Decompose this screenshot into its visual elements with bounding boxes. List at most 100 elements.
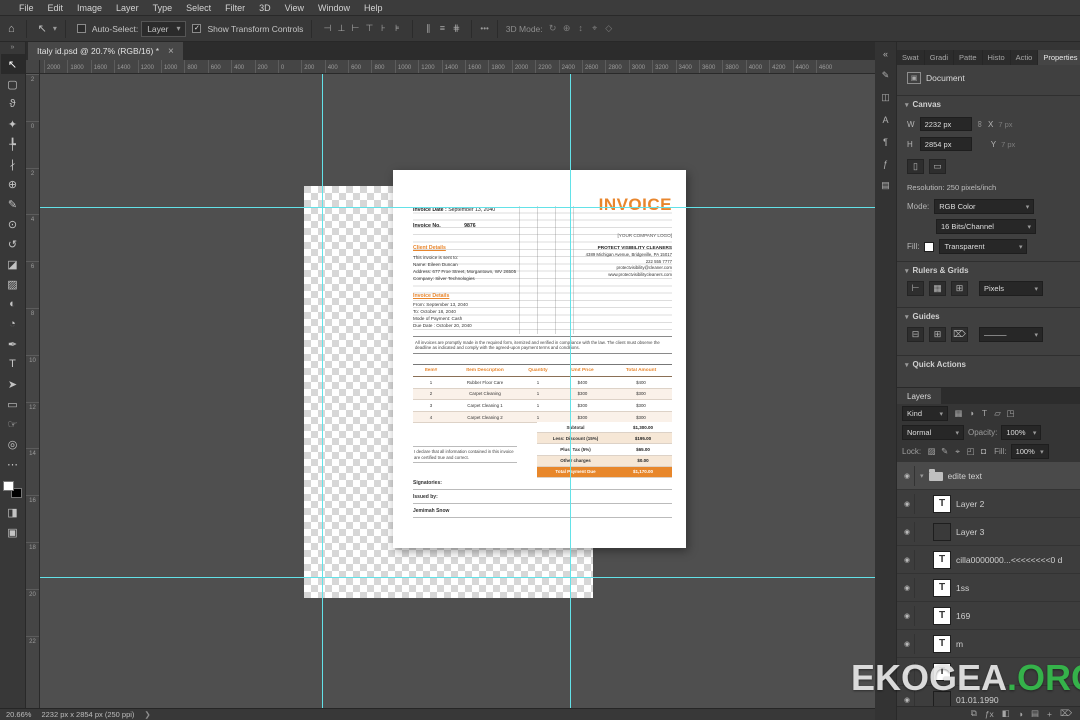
path-selection-tool[interactable]: ➤ (1, 374, 25, 394)
collapse-toolbar-icon[interactable]: » (11, 42, 15, 54)
layer-name[interactable]: Layer 2 (956, 499, 984, 509)
panel-tab[interactable]: Histo (983, 50, 1011, 65)
glyphs-panel-icon[interactable]: ƒ (878, 157, 894, 170)
close-icon[interactable]: × (168, 46, 174, 57)
clear-guides-icon[interactable]: ⌦ (951, 327, 968, 342)
landscape-orientation-button[interactable]: ▭ (929, 159, 946, 174)
filter-smart-objects-icon[interactable]: ◳ (1004, 408, 1017, 419)
panel-tab[interactable]: Swat (897, 50, 925, 65)
collapse-panels-icon[interactable]: « (878, 47, 894, 60)
color-mode-dropdown[interactable]: RGB Color ▾ (934, 199, 1035, 214)
auto-select-dropdown[interactable]: Layer ▾ (141, 20, 187, 37)
3d-roll-icon[interactable]: ⊕ (560, 23, 574, 34)
layer-name[interactable]: 1ss (956, 583, 969, 593)
menu-item[interactable]: Image (70, 0, 109, 15)
align-left-icon[interactable]: ⊣ (320, 23, 334, 34)
fill-swatch[interactable] (924, 241, 935, 252)
visibility-eye-icon[interactable]: ◉ (900, 605, 915, 626)
group-expand-chevron-icon[interactable]: ▾ (920, 472, 924, 480)
rectangle-tool[interactable]: ▭ (1, 394, 25, 414)
guide-horizontal[interactable] (40, 207, 875, 208)
guides-section-header[interactable]: ▾ Guides (897, 307, 1080, 321)
more-options-icon[interactable]: ••• (480, 24, 488, 33)
chevron-down-icon[interactable]: ▾ (53, 24, 57, 33)
blur-tool[interactable]: ◐ (1, 294, 25, 314)
lasso-tool[interactable]: ϑ (1, 94, 25, 114)
layer-name[interactable]: Layer 3 (956, 527, 984, 537)
guide-style-dropdown[interactable]: ——— ▾ (979, 327, 1043, 342)
object-selection-tool[interactable]: ✦ (1, 114, 25, 134)
tab-layers[interactable]: Layers (897, 388, 942, 404)
link-dimensions-icon[interactable]: ∞ (975, 121, 985, 127)
character-panel-icon[interactable]: A (878, 113, 894, 126)
filter-type-layers-icon[interactable]: T (978, 408, 991, 419)
layer-name[interactable]: m (956, 639, 963, 649)
menu-item[interactable]: Edit (41, 0, 71, 15)
move-tool[interactable]: ↖ (0, 54, 25, 74)
zoom-level-field[interactable]: 20.66% (6, 710, 31, 719)
vertical-ruler[interactable]: 2 0 2 4 6 8 10 12 14 16 18 20 22 (26, 74, 40, 708)
quick-mask-icon[interactable]: ◨ (1, 502, 25, 522)
link-layers-icon[interactable]: ⧉ (971, 708, 977, 719)
blend-mode-dropdown[interactable]: Normal ▾ (902, 425, 964, 440)
panel-tab[interactable]: Actio (1011, 50, 1039, 65)
guide-vertical[interactable] (570, 74, 571, 708)
menu-item[interactable]: Window (311, 0, 357, 15)
layer-group-icon[interactable]: ▤ (1031, 708, 1039, 719)
color-swatches[interactable] (3, 481, 22, 498)
hand-tool[interactable]: ☞ (1, 414, 25, 434)
lock-artboard-icon[interactable]: ◰ (964, 446, 977, 457)
horizontal-ruler[interactable]: 2000 1800 1600 1400 1200 1000 800 600 400 200 0 200… (40, 60, 875, 74)
spot-healing-brush-tool[interactable]: ⊕ (1, 174, 25, 194)
eraser-tool[interactable]: ◪ (1, 254, 25, 274)
edit-toolbar-icon[interactable]: ⋯ (1, 454, 25, 474)
visibility-eye-icon[interactable]: ◉ (900, 549, 915, 570)
visibility-eye-icon[interactable]: ◉ (900, 577, 915, 598)
show-transform-checkbox[interactable]: ✓ (192, 24, 202, 33)
delete-layer-icon[interactable]: ⌦ (1060, 708, 1072, 719)
visibility-eye-icon[interactable]: ◉ (900, 633, 915, 654)
adjustment-layer-icon[interactable]: ◑ (1018, 709, 1023, 719)
lock-pixels-icon[interactable]: ✎ (938, 446, 951, 457)
layer-name[interactable]: edite text (948, 471, 983, 481)
toggle-grid-icon[interactable]: ▦ (929, 281, 946, 296)
menu-item[interactable]: Layer (109, 0, 146, 15)
home-icon[interactable]: ⌂ (5, 23, 18, 35)
menu-item[interactable]: Help (357, 0, 390, 15)
align-bottom-icon[interactable]: ⊧ (390, 23, 404, 34)
align-center-horizontal-icon[interactable]: ⊥ (334, 23, 348, 34)
guide-horizontal[interactable] (40, 577, 875, 578)
menu-item[interactable]: Type (146, 0, 180, 15)
3d-drag-icon[interactable]: ↕ (574, 23, 588, 34)
units-dropdown[interactable]: Pixels ▾ (979, 281, 1043, 296)
panel-tab[interactable]: Gradi (925, 50, 955, 65)
paragraph-panel-icon[interactable]: ¶ (878, 135, 894, 148)
foreground-color-swatch[interactable] (3, 481, 14, 491)
distribute-horizontal-icon[interactable]: ≡ (435, 23, 449, 34)
zoom-tool[interactable]: ◎ (1, 434, 25, 454)
canvas-workspace[interactable]: INVOICE Invoice Date : September 13, 204… (40, 74, 875, 708)
opacity-input[interactable]: 100% ▾ (1001, 425, 1042, 440)
menu-item[interactable]: File (12, 0, 41, 15)
clone-source-panel-icon[interactable]: ◫ (878, 91, 894, 104)
portrait-orientation-button[interactable]: ▯ (907, 159, 924, 174)
toggle-guides-icon[interactable]: ⊟ (907, 327, 924, 342)
filter-shape-layers-icon[interactable]: ▱ (991, 408, 1004, 419)
new-layer-icon[interactable]: + (1047, 709, 1052, 719)
dodge-tool[interactable]: ◔ (1, 314, 25, 334)
layer-name[interactable]: 169 (956, 611, 970, 621)
lock-position-icon[interactable]: ⌖ (951, 446, 964, 457)
gradient-tool[interactable]: ▨ (1, 274, 25, 294)
tab-properties[interactable]: Properties (1038, 50, 1080, 65)
layer-name[interactable]: cilla0000000...<<<<<<<<0 d (956, 555, 1062, 565)
toggle-pixel-grid-icon[interactable]: ⊞ (951, 281, 968, 296)
layer-effects-icon[interactable]: ƒx (985, 709, 994, 719)
toggle-rulers-icon[interactable]: ⊢ (907, 281, 924, 296)
libraries-panel-icon[interactable]: ▤ (878, 179, 894, 192)
rulers-grids-section-header[interactable]: ▾ Rulers & Grids (897, 261, 1080, 275)
3d-slide-icon[interactable]: ⌖ (588, 23, 602, 34)
type-tool[interactable]: T (1, 354, 25, 374)
filter-pixel-layers-icon[interactable]: ▦ (952, 408, 965, 419)
fill-dropdown[interactable]: Transparent ▾ (939, 239, 1028, 254)
align-right-icon[interactable]: ⊢ (348, 23, 362, 34)
